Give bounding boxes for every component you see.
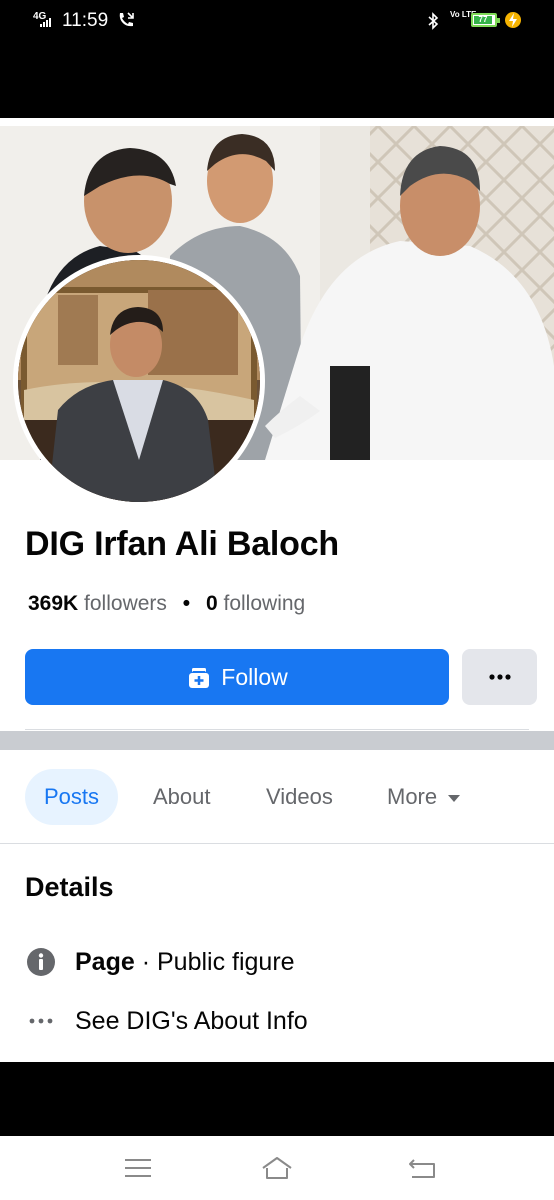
tab-posts[interactable]: Posts	[25, 769, 119, 825]
divider	[25, 729, 529, 730]
profile-tabs: Posts About Videos More	[0, 750, 554, 844]
menu-icon[interactable]	[122, 1152, 154, 1184]
wifi-calling-icon	[119, 12, 134, 27]
follow-icon	[189, 668, 210, 688]
tab-videos[interactable]: Videos	[266, 769, 333, 825]
charging-icon	[505, 12, 521, 28]
facebook-profile-page: DIG Irfan Ali Baloch 369K followers • 0 …	[0, 118, 554, 1062]
about-info-label: See DIG's About Info	[75, 1006, 308, 1035]
tab-more-label: More	[387, 784, 438, 809]
section-separator	[0, 731, 554, 750]
follow-button[interactable]: Follow	[25, 649, 449, 705]
details-heading: Details	[25, 872, 114, 902]
ellipsis-icon	[25, 1005, 57, 1037]
page-label: Page	[75, 947, 135, 976]
page-separator: ·	[134, 947, 157, 976]
follow-stats: 369K followers • 0 following	[28, 592, 305, 616]
signal-icon	[40, 17, 54, 27]
follow-label: Follow	[221, 663, 288, 690]
tab-about[interactable]: About	[153, 769, 211, 825]
following-count[interactable]: 0	[206, 592, 218, 615]
home-icon[interactable]	[261, 1152, 293, 1184]
bluetooth-icon	[428, 12, 439, 30]
status-bar: 4G 11:59 Vo LTE 77	[0, 0, 554, 44]
following-label[interactable]: following	[224, 592, 306, 615]
about-info-link[interactable]: See DIG's About Info	[25, 1005, 308, 1037]
battery-icon: 77	[471, 13, 500, 27]
ellipsis-icon	[488, 674, 511, 680]
followers-count[interactable]: 369K	[28, 592, 78, 615]
profile-picture[interactable]	[13, 255, 265, 507]
clock: 11:59	[62, 10, 109, 31]
caret-down-icon	[448, 794, 461, 802]
tab-more[interactable]: More	[387, 769, 461, 825]
followers-label[interactable]: followers	[84, 592, 167, 615]
page-category-row: Page · Public figure	[25, 946, 295, 978]
profile-name: DIG Irfan Ali Baloch	[25, 525, 340, 563]
stats-separator: •	[182, 592, 191, 615]
info-circle-icon	[25, 946, 57, 978]
more-options-button[interactable]	[462, 649, 537, 705]
back-icon[interactable]	[406, 1152, 438, 1184]
page-category: Public figure	[156, 947, 295, 976]
battery-level: 77	[474, 16, 492, 24]
system-navigation-bar	[0, 1136, 554, 1200]
